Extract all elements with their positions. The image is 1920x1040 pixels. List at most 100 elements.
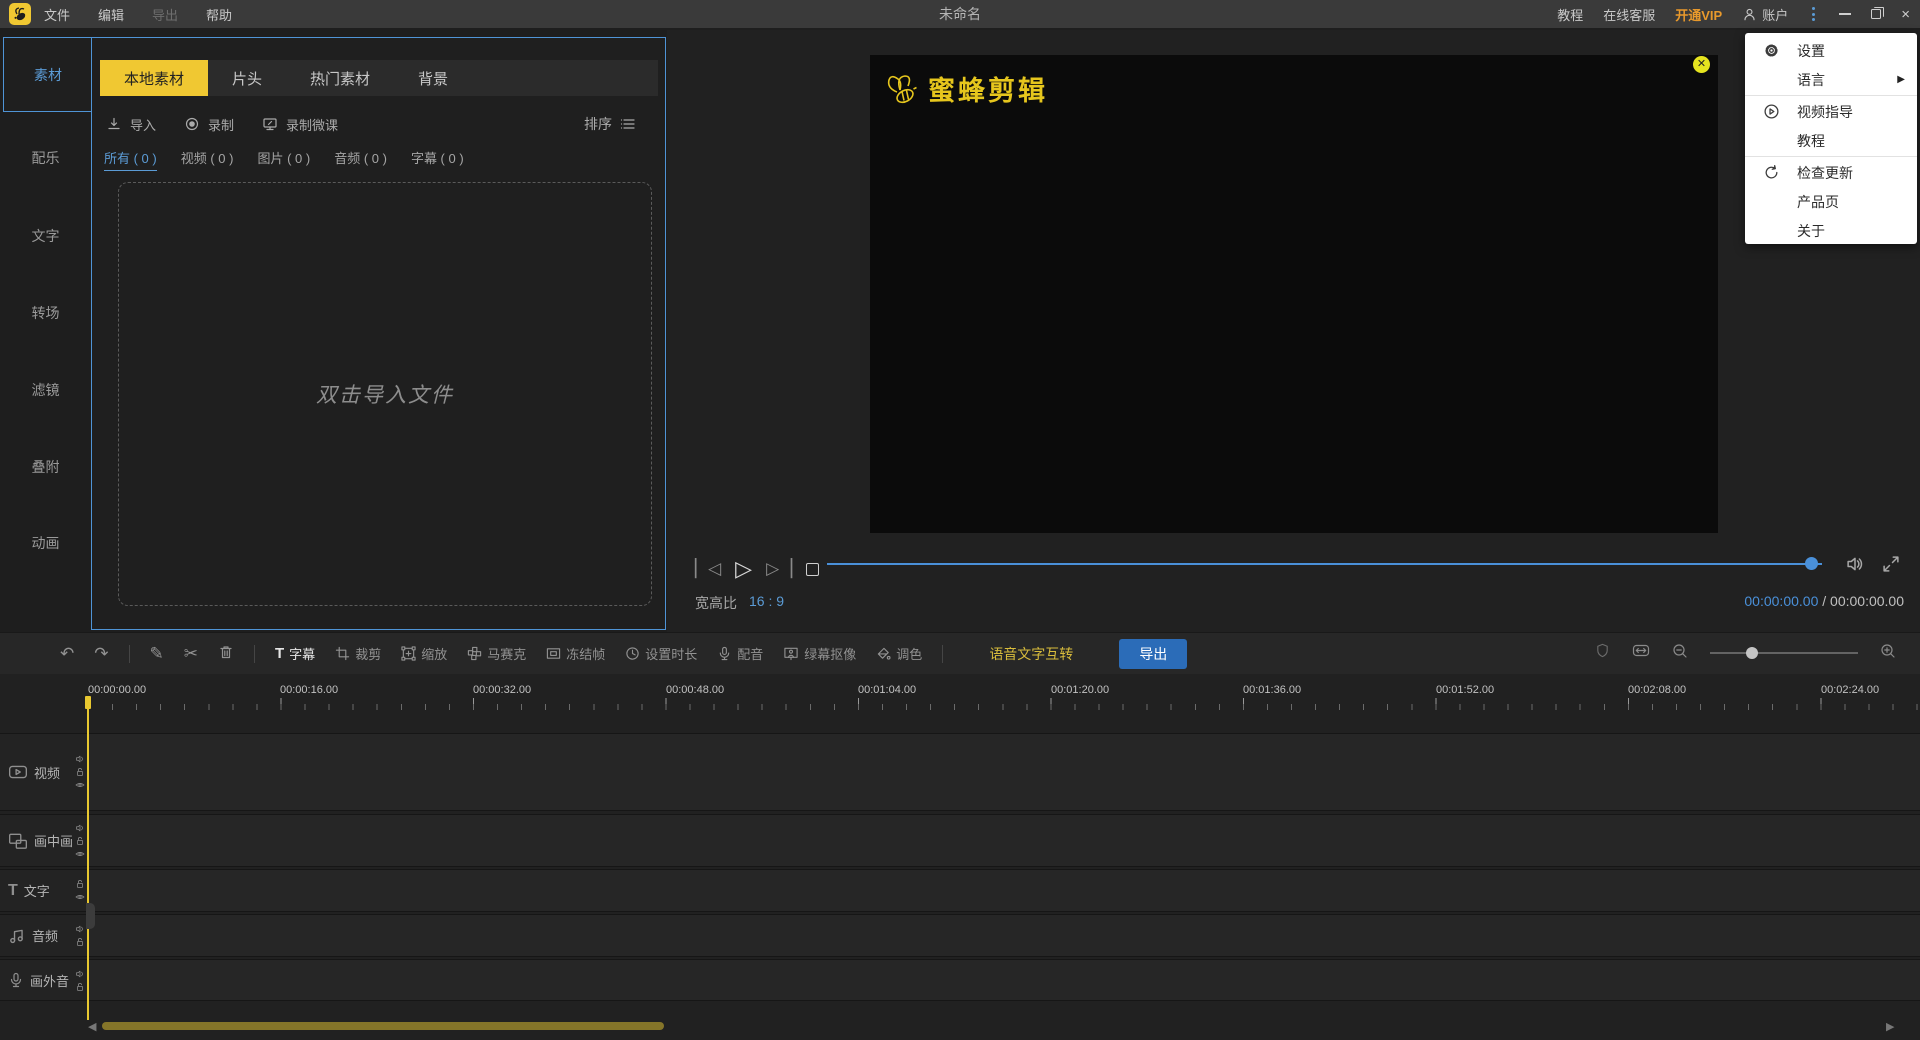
delete-button[interactable]	[218, 644, 234, 663]
speaker-icon[interactable]	[75, 754, 85, 764]
playhead[interactable]	[87, 700, 89, 1020]
fullscreen-button[interactable]	[1881, 554, 1901, 579]
timeline-zoom-slider[interactable]	[1710, 647, 1858, 659]
tutorial-link[interactable]: 教程	[1557, 5, 1583, 24]
close-icon[interactable]: ×	[1901, 7, 1910, 22]
tool-freeze-frame[interactable]: 冻结帧	[546, 644, 605, 663]
eye-icon[interactable]	[75, 892, 85, 902]
menu-item-about[interactable]: 关于	[1745, 216, 1917, 245]
tool-scale[interactable]: 缩放	[401, 644, 447, 663]
sidebar-item-text[interactable]: 文字	[0, 226, 91, 246]
menu-item-video-guide[interactable]: 视频指导	[1745, 97, 1917, 126]
support-link[interactable]: 在线客服	[1603, 5, 1655, 24]
filter-audio[interactable]: 音频 ( 0 )	[334, 148, 387, 171]
seek-bar[interactable]	[827, 563, 1822, 565]
speech-text-button[interactable]: 语音文字互转	[989, 644, 1073, 664]
undo-button[interactable]: ↶	[60, 645, 74, 662]
filter-video[interactable]: 视频 ( 0 )	[181, 148, 234, 171]
speaker-icon[interactable]	[75, 823, 85, 833]
track-header-text[interactable]: T 文字	[0, 869, 88, 912]
text-lane[interactable]	[88, 869, 1920, 912]
materials-actions: 导入 录制 录制微课 排序	[106, 110, 654, 138]
titlebar-right: 教程 在线客服 开通VIP 账户 ×	[1557, 0, 1910, 28]
video-preview[interactable]: 蜜蜂剪辑 ✕	[870, 55, 1718, 533]
more-dots-icon[interactable]	[1808, 7, 1819, 21]
tool-color[interactable]: 调色	[876, 644, 922, 663]
tool-crop[interactable]: 裁剪	[335, 644, 381, 663]
record-lesson-button[interactable]: 录制微课	[262, 115, 338, 134]
tab-hot-material[interactable]: 热门素材	[286, 60, 394, 96]
tool-mosaic[interactable]: 马赛克	[467, 644, 526, 663]
filter-image[interactable]: 图片 ( 0 )	[257, 148, 310, 171]
seek-handle[interactable]	[1805, 557, 1818, 570]
zoom-out-button[interactable]	[1672, 643, 1688, 664]
tab-local-material[interactable]: 本地素材	[100, 60, 209, 96]
track-header-pip[interactable]: 画中画	[0, 814, 88, 867]
sidebar-item-overlay[interactable]: 叠附	[0, 457, 91, 477]
zoom-in-button[interactable]	[1880, 643, 1896, 664]
track-header-audio[interactable]: 音频	[0, 914, 88, 957]
slider-handle[interactable]	[1746, 647, 1758, 659]
fit-timeline-button[interactable]	[1632, 643, 1650, 663]
export-button[interactable]: 导出	[1119, 638, 1188, 669]
watermark-close-button[interactable]: ✕	[1693, 56, 1710, 73]
scroll-right-icon[interactable]: ▶	[1886, 1020, 1894, 1033]
record-button[interactable]: 录制	[184, 115, 234, 134]
scroll-left-icon[interactable]: ◀	[88, 1020, 96, 1033]
eye-icon[interactable]	[75, 849, 85, 859]
lock-icon[interactable]	[75, 879, 85, 889]
tab-intro[interactable]: 片头	[208, 60, 286, 96]
edit-pencil-button[interactable]: ✎	[150, 645, 164, 662]
eye-icon[interactable]	[75, 780, 85, 790]
speaker-icon[interactable]	[75, 969, 85, 979]
filter-subtitle[interactable]: 字幕 ( 0 )	[411, 148, 464, 171]
track-header-voiceover[interactable]: 画外音	[0, 959, 88, 1001]
import-button[interactable]: 导入	[106, 115, 156, 134]
tool-dubbing[interactable]: 配音	[717, 644, 763, 663]
preview-panel: 蜜蜂剪辑 ✕ ▏◁ ▷ ▷▕ 宽高比 16 : 9 00:00:00.00 / …	[667, 30, 1920, 632]
account-button[interactable]: 账户	[1742, 5, 1788, 24]
stop-button[interactable]	[806, 562, 820, 576]
redo-button[interactable]: ↷	[94, 645, 108, 662]
track-header-video[interactable]: 视频	[0, 733, 88, 811]
tool-greenscreen[interactable]: 绿幕抠像	[783, 644, 856, 663]
vip-link[interactable]: 开通VIP	[1675, 5, 1722, 24]
volume-button[interactable]	[1845, 554, 1865, 579]
lock-icon[interactable]	[75, 937, 85, 947]
menu-item-language[interactable]: 语言 ▶	[1745, 65, 1917, 94]
audio-lane[interactable]	[88, 914, 1920, 957]
menu-item-check-update[interactable]: 检查更新	[1745, 158, 1917, 187]
aspect-value[interactable]: 16 : 9	[749, 593, 784, 609]
horizontal-scrollbar[interactable]	[102, 1022, 664, 1030]
sidebar-item-material[interactable]: 素材	[3, 37, 92, 112]
lock-icon[interactable]	[75, 767, 85, 777]
marker-button[interactable]	[1595, 643, 1610, 663]
tool-set-duration[interactable]: 设置时长	[625, 644, 697, 663]
filter-all[interactable]: 所有 ( 0 )	[104, 148, 157, 171]
sidebar-item-filter[interactable]: 滤镜	[0, 380, 91, 400]
sidebar-item-music[interactable]: 配乐	[0, 148, 91, 168]
sidebar-item-animation[interactable]: 动画	[0, 533, 91, 553]
speaker-icon[interactable]	[75, 924, 85, 934]
voiceover-lane[interactable]	[88, 959, 1920, 1001]
sidebar-item-transition[interactable]: 转场	[0, 303, 91, 323]
menu-item-product-page[interactable]: 产品页	[1745, 187, 1917, 216]
track-panel-handle[interactable]	[86, 903, 95, 929]
video-lane[interactable]	[88, 733, 1920, 811]
maximize-icon[interactable]	[1871, 6, 1885, 19]
lock-icon[interactable]	[75, 982, 85, 992]
prev-frame-button[interactable]: ▏◁	[695, 559, 721, 579]
pip-lane[interactable]	[88, 814, 1920, 867]
next-frame-button[interactable]: ▷▕	[766, 559, 792, 579]
menu-item-settings[interactable]: 设置	[1745, 36, 1917, 65]
tab-background[interactable]: 背景	[394, 60, 472, 96]
split-scissors-button[interactable]: ✂	[184, 645, 198, 662]
tool-subtitle[interactable]: T 字幕	[275, 644, 315, 663]
import-dropzone[interactable]: 双击导入文件	[118, 182, 652, 606]
play-button[interactable]: ▷	[735, 556, 752, 582]
tool-label: 马赛克	[487, 647, 527, 662]
minimize-icon[interactable]	[1839, 13, 1852, 15]
lock-icon[interactable]	[75, 836, 85, 846]
menu-item-tutorial[interactable]: 教程	[1745, 126, 1917, 155]
sort-button[interactable]: 排序	[584, 114, 636, 134]
